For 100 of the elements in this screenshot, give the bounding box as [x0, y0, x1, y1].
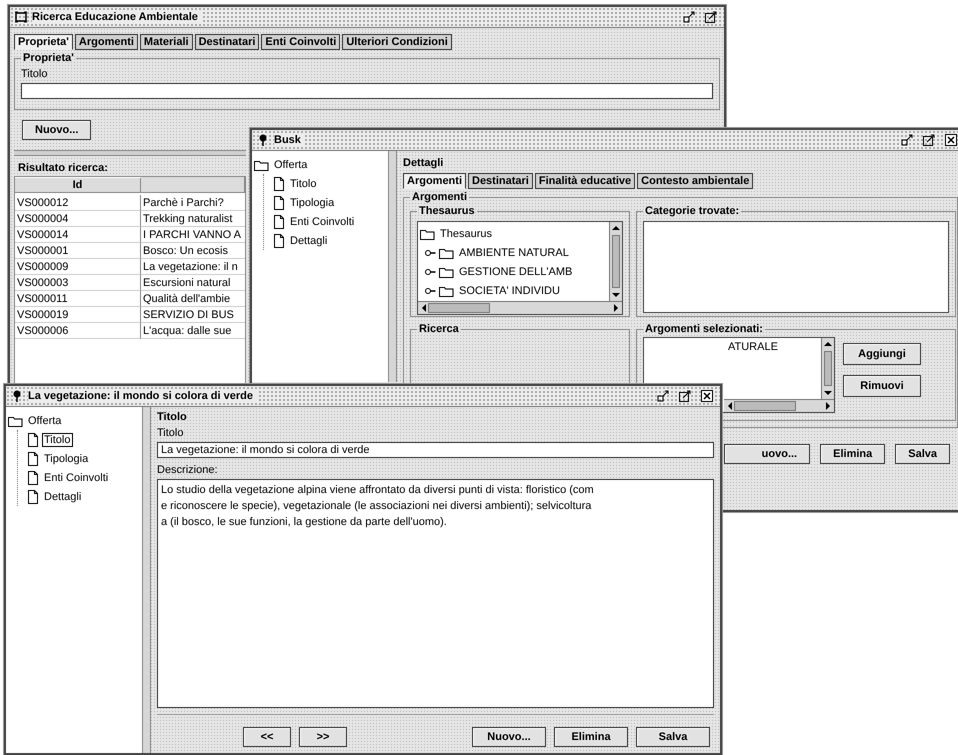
vertical-scrollbar[interactable]	[821, 338, 834, 399]
table-cell: La vegetazione: il n	[141, 259, 245, 275]
title-bar[interactable]: Ricerca Educazione Ambientale	[10, 7, 724, 28]
table-cell: VS000006	[15, 323, 141, 339]
group-title: Categorie trovate:	[644, 205, 740, 217]
document-icon	[273, 214, 285, 228]
tree-item[interactable]: SOCIETA' INDIVIDU	[457, 284, 562, 298]
list-button[interactable]: Aggiungi	[843, 343, 921, 365]
table-cell: VS000011	[15, 291, 141, 307]
new-button[interactable]: Nuovo...	[22, 120, 92, 140]
tree-item[interactable]: Tipologia	[288, 196, 336, 210]
expand-handle-icon[interactable]	[424, 286, 436, 296]
group-title: Proprieta'	[22, 52, 75, 64]
tab[interactable]: Argomenti	[403, 173, 466, 189]
minimize-icon[interactable]	[682, 10, 696, 24]
action-button[interactable]: Elimina	[820, 444, 886, 464]
tree-item[interactable]: Titolo	[288, 176, 318, 190]
column-header[interactable]	[141, 177, 245, 193]
title-bar[interactable]: Busk	[252, 130, 958, 151]
tab[interactable]: Materiali	[140, 34, 193, 50]
window-icon	[14, 10, 28, 24]
action-button[interactable]: Salva	[895, 444, 950, 464]
expand-handle-icon[interactable]	[424, 266, 436, 276]
maximize-icon[interactable]	[922, 133, 936, 147]
group-title: Thesaurus	[418, 205, 476, 217]
table-cell: VS000009	[15, 259, 141, 275]
table-cell: VS000003	[15, 275, 141, 291]
table-cell: I PARCHI VANNO A	[141, 227, 245, 243]
action-button[interactable]: Salva	[636, 727, 710, 747]
close-icon[interactable]	[944, 133, 958, 147]
document-icon	[27, 490, 39, 504]
table-cell: VS000001	[15, 243, 141, 259]
tree-item[interactable]: AMBIENTE NATURAL	[457, 246, 571, 260]
window-title: Busk	[274, 134, 305, 146]
tab[interactable]: Destinatari	[194, 34, 260, 50]
tree-item[interactable]: Tipologia	[42, 452, 90, 466]
tree-item[interactable]: Offerta	[26, 414, 64, 428]
tab[interactable]: Ulteriori Condizioni	[342, 34, 452, 50]
window-title: Ricerca Educazione Ambientale	[32, 11, 202, 23]
list-button[interactable]: Rimuovi	[843, 375, 921, 397]
description-field[interactable]: Lo studio della vegetazione alpina viene affrontato da diversi punti di vista: floristico (com e riconoscere le specie), vegetazionale (le associazioni nei diversi ambienti); selvicoltura a (il bosco, le sue funzioni, la gestione da parte dell'uomo).	[157, 479, 714, 708]
minimize-icon[interactable]	[656, 389, 670, 403]
table-cell: SERVIZIO DI BUS	[141, 307, 245, 323]
tree-item[interactable]: Titolo	[42, 432, 72, 446]
action-button[interactable]: Nuovo...	[472, 727, 546, 747]
tab[interactable]: Destinatari	[468, 173, 533, 189]
tree-item[interactable]: Dettagli	[288, 234, 330, 248]
close-icon[interactable]	[700, 389, 714, 403]
group-title: Argomenti selezionati:	[644, 323, 764, 335]
title-bar[interactable]: La vegetazione: il mondo si colora di verde	[6, 386, 720, 407]
table-cell: Qualità dell'ambie	[141, 291, 245, 307]
minimize-icon[interactable]	[900, 133, 914, 147]
tree-item[interactable]: Thesaurus	[438, 226, 494, 240]
vertical-scrollbar[interactable]	[609, 222, 622, 301]
table-cell: Trekking naturalist	[141, 211, 245, 227]
column-header[interactable]: Id	[15, 178, 141, 192]
field-label: Descrizione:	[157, 463, 219, 478]
tab[interactable]: Finalità educative	[534, 173, 636, 189]
title-field[interactable]: La vegetazione: il mondo si colora di verde	[157, 442, 714, 458]
document-icon	[27, 470, 39, 484]
document-icon	[273, 196, 285, 210]
table-cell: Bosco: Un ecosis	[141, 243, 245, 259]
tree-item[interactable]: Enti Coinvolti	[42, 470, 110, 484]
section-title: Titolo	[157, 410, 188, 425]
table-cell: L'acqua: dalle sue	[141, 323, 245, 339]
tree-item[interactable]: Dettagli	[42, 490, 84, 504]
group-title: Ricerca	[418, 323, 460, 335]
title-field[interactable]	[21, 83, 713, 99]
nav-button[interactable]: <<	[243, 727, 291, 747]
tab[interactable]: Enti Coinvolti	[261, 34, 340, 50]
field-label: Titolo	[157, 426, 184, 441]
document-icon	[273, 176, 285, 190]
tree-item[interactable]: Enti Coinvolti	[288, 214, 356, 228]
tree-item[interactable]: GESTIONE DELL'AMB	[457, 264, 574, 278]
group-title: Argomenti	[411, 191, 468, 203]
nav-button[interactable]: >>	[299, 727, 347, 747]
expand-handle-icon[interactable]	[424, 248, 436, 258]
panel-title: Dettagli	[403, 156, 444, 171]
table-cell: VS000012	[15, 195, 141, 211]
document-icon	[27, 452, 39, 466]
horizontal-scrollbar[interactable]	[724, 399, 834, 412]
maximize-icon[interactable]	[678, 389, 692, 403]
tab[interactable]: Argomenti	[74, 34, 138, 50]
tree-item[interactable]: Offerta	[272, 158, 310, 172]
action-button[interactable]: Elimina	[554, 727, 628, 747]
action-button[interactable]: uovo...	[724, 444, 810, 464]
tab[interactable]: Proprieta'	[14, 34, 73, 50]
window-title: La vegetazione: il mondo si colora di verde	[28, 390, 257, 402]
list-item[interactable]: ATURALE	[644, 341, 821, 353]
table-cell: VS000014	[15, 227, 141, 243]
table-cell: VS000004	[15, 211, 141, 227]
results-label: Risultato ricerca:	[17, 161, 109, 176]
maximize-icon[interactable]	[704, 10, 718, 24]
document-icon	[27, 432, 39, 446]
table-cell: Escursioni natural	[141, 275, 245, 291]
document-icon	[273, 234, 285, 248]
field-label: Titolo	[21, 67, 48, 82]
tab[interactable]: Contesto ambientale	[637, 173, 754, 189]
table-cell: VS000019	[15, 307, 141, 323]
horizontal-scrollbar[interactable]	[418, 301, 622, 314]
